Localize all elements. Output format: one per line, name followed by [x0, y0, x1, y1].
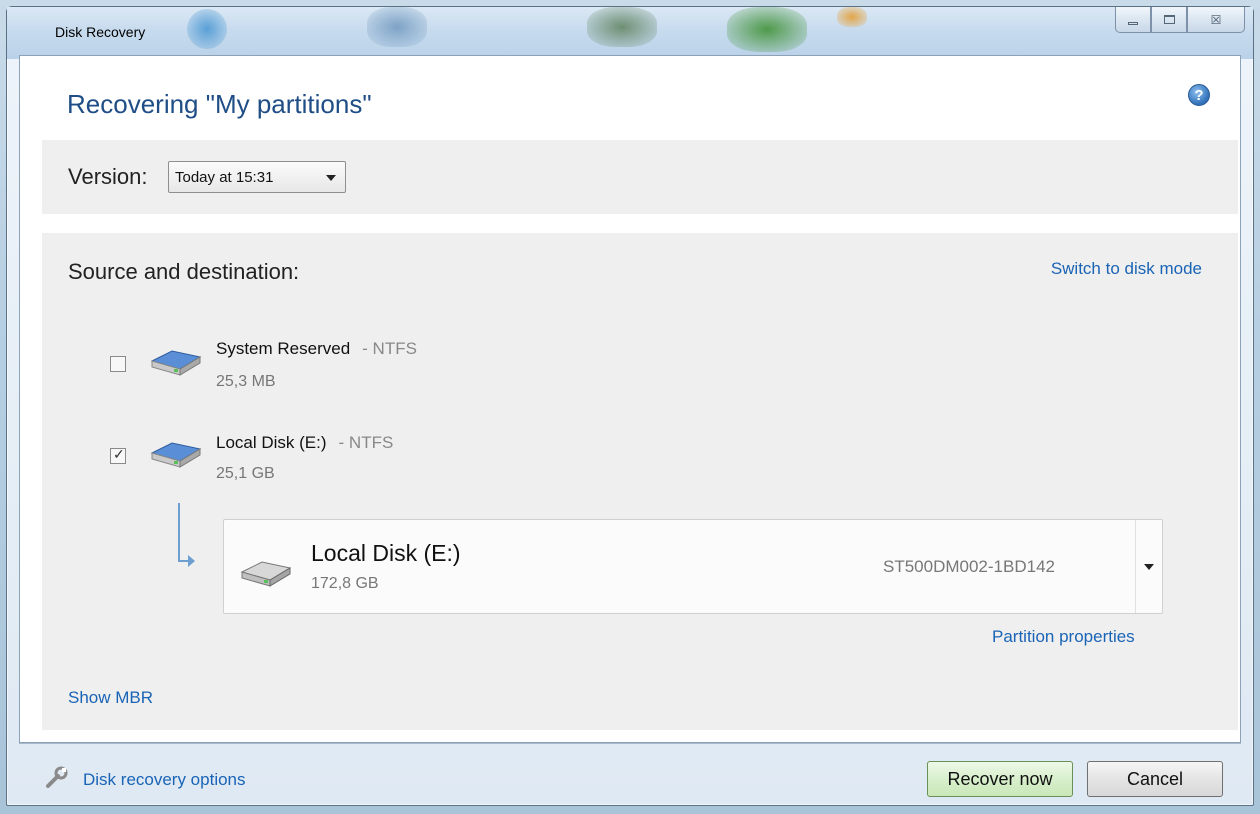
caption-buttons: ☒ — [1115, 7, 1245, 33]
source-destination-label: Source and destination: — [68, 259, 300, 284]
partition-name: Local Disk (E:) - NTFS — [216, 433, 393, 453]
chevron-down-icon — [326, 175, 336, 181]
destination-model: ST500DM002-1BD142 — [883, 557, 1055, 576]
partition-fs: - NTFS — [362, 339, 417, 358]
recover-now-button[interactable]: Recover now — [927, 761, 1073, 797]
tree-connector — [178, 503, 180, 561]
destination-dropdown-button[interactable] — [1135, 520, 1162, 613]
partition-size: 25,1 GB — [216, 465, 275, 482]
partition-name: System Reserved - NTFS — [216, 339, 417, 359]
title-bar[interactable]: Disk Recovery ☒ — [7, 7, 1253, 59]
minimize-icon — [1128, 22, 1138, 25]
disk-recovery-window: Disk Recovery ☒ Recovering "My partition… — [6, 6, 1254, 806]
destination-selector[interactable]: Local Disk (E:) 172,8 GB ST500DM002-1BD1… — [223, 519, 1163, 614]
system-reserved-checkbox[interactable] — [110, 356, 126, 372]
cancel-button[interactable]: Cancel — [1087, 761, 1223, 797]
chevron-down-icon — [1144, 564, 1154, 570]
version-panel: Version: Today at 15:31 — [42, 140, 1238, 214]
version-selected-value: Today at 15:31 — [175, 169, 274, 186]
local-disk-e-checkbox[interactable]: ✓ — [110, 446, 126, 464]
version-label: Version: — [68, 164, 148, 189]
window-title: Disk Recovery — [55, 24, 146, 40]
close-button[interactable]: ☒ — [1187, 7, 1245, 33]
partition-fs: - NTFS — [338, 433, 394, 452]
close-icon: ☒ — [1210, 12, 1222, 27]
maximize-button[interactable] — [1151, 7, 1187, 33]
version-dropdown[interactable]: Today at 15:31 — [168, 161, 346, 193]
check-icon: ✓ — [113, 446, 125, 462]
disk-recovery-options-link[interactable]: Disk recovery options — [83, 770, 246, 790]
tree-arrow-icon — [188, 555, 195, 567]
partition-size: 25,3 MB — [216, 373, 276, 390]
blue-drive-icon — [150, 442, 202, 468]
maximize-icon — [1163, 15, 1175, 24]
destination-name: Local Disk (E:) — [311, 540, 461, 566]
page-title: Recovering "My partitions" — [67, 89, 372, 119]
destination-size: 172,8 GB — [311, 575, 379, 592]
help-icon[interactable]: ? — [1188, 84, 1210, 106]
partition-label: Local Disk (E:) — [216, 433, 327, 452]
partition-label: System Reserved — [216, 339, 351, 358]
partition-properties-link[interactable]: Partition properties — [992, 627, 1135, 647]
blue-drive-icon — [150, 350, 202, 376]
wrench-icon — [46, 766, 68, 788]
divider — [19, 743, 1241, 744]
minimize-button[interactable] — [1115, 7, 1151, 33]
dialog-footer: Disk recovery options Recover now Cancel — [19, 743, 1241, 803]
source-destination-panel: Source and destination: Switch to disk m… — [42, 233, 1238, 730]
dialog-content: Recovering "My partitions" ? Version: To… — [19, 55, 1241, 743]
switch-to-disk-mode-link[interactable]: Switch to disk mode — [1051, 259, 1202, 279]
show-mbr-link[interactable]: Show MBR — [68, 688, 153, 708]
gray-drive-icon — [240, 561, 292, 587]
